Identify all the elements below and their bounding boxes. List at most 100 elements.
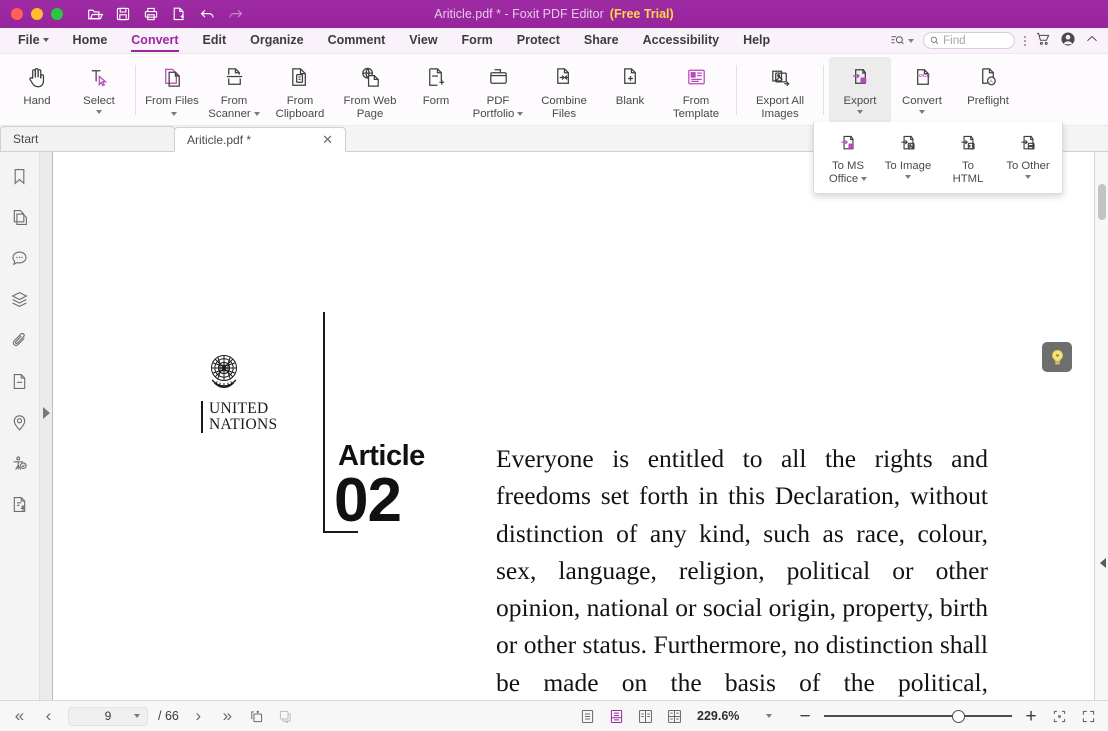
- close-icon[interactable]: ✕: [312, 133, 333, 146]
- menu-edit[interactable]: Edit: [203, 33, 227, 48]
- previous-page-button[interactable]: ‹: [39, 706, 58, 726]
- zoom-in-button[interactable]: +: [1022, 707, 1040, 726]
- export-to-other-item[interactable]: To Other: [998, 126, 1058, 193]
- chevron-down-icon: [42, 38, 49, 42]
- sidebar-item-attachments[interactable]: [8, 328, 32, 352]
- minimize-window-button[interactable]: [31, 8, 43, 20]
- continuous-scroll-view-button[interactable]: [607, 707, 626, 726]
- zoom-level-select[interactable]: 229.6%: [694, 707, 786, 726]
- more-options-icon[interactable]: [1024, 35, 1026, 46]
- tips-lightbulb-button[interactable]: [1042, 342, 1072, 372]
- tool-pdf-portfolio[interactable]: PDF Portfolio: [467, 57, 529, 125]
- tool-combine-files[interactable]: Combine Files: [529, 57, 599, 125]
- export-to-ms-office-item[interactable]: To MS Office: [818, 126, 878, 193]
- chevron-down-icon[interactable]: [1025, 175, 1031, 179]
- total-pages-label: / 66: [158, 709, 179, 723]
- menu-share[interactable]: Share: [584, 33, 619, 48]
- redo-icon[interactable]: [223, 3, 247, 25]
- sidebar-item-digital-signatures[interactable]: [8, 492, 32, 516]
- shopping-cart-icon[interactable]: [1035, 31, 1051, 50]
- sidebar-item-comments[interactable]: [8, 246, 32, 270]
- menu-view[interactable]: View: [409, 33, 437, 48]
- fit-page-icon[interactable]: [1050, 707, 1069, 726]
- find-box[interactable]: [923, 32, 1015, 49]
- menu-protect-label: Protect: [516, 33, 560, 47]
- vertical-scrollbar[interactable]: [1094, 152, 1108, 700]
- sidebar-item-bookmarks[interactable]: [8, 164, 32, 188]
- two-page-view-button[interactable]: [636, 707, 655, 726]
- collapse-right-panel-icon[interactable]: [1100, 558, 1106, 568]
- sidebar-item-accessibility-check[interactable]: [8, 451, 32, 475]
- chevron-down-icon[interactable]: [857, 110, 863, 114]
- menu-accessibility[interactable]: Accessibility: [643, 33, 719, 48]
- sidebar-item-fields[interactable]: [8, 369, 32, 393]
- next-page-button[interactable]: ›: [189, 706, 208, 726]
- close-window-button[interactable]: [11, 8, 23, 20]
- last-page-button[interactable]: »: [218, 706, 237, 726]
- undo-icon[interactable]: [195, 3, 219, 25]
- panel-splitter[interactable]: [40, 152, 53, 700]
- menu-home[interactable]: Home: [73, 33, 108, 48]
- export-to-html-item[interactable]: To HTML: [938, 126, 998, 193]
- create-pdf-icon[interactable]: [167, 3, 191, 25]
- tool-select[interactable]: Select: [68, 57, 130, 125]
- tool-from-files[interactable]: From Files: [141, 57, 203, 125]
- menu-convert[interactable]: Convert: [131, 33, 179, 52]
- fullscreen-icon[interactable]: [1079, 707, 1098, 726]
- tool-from-web-page[interactable]: From Web Page: [335, 57, 405, 125]
- search-input[interactable]: [943, 34, 1008, 47]
- tool-from-scanner[interactable]: From Scanner: [203, 57, 265, 125]
- next-view-button[interactable]: [276, 707, 295, 726]
- menu-help[interactable]: Help: [743, 33, 770, 48]
- tool-preflight[interactable]: A Preflight: [953, 57, 1023, 125]
- tool-export-all-images[interactable]: Export All Images: [742, 57, 818, 125]
- menu-file[interactable]: File: [18, 33, 49, 48]
- menu-comment[interactable]: Comment: [328, 33, 386, 48]
- menu-comment-label: Comment: [327, 33, 386, 47]
- chevron-down-icon[interactable]: [766, 714, 772, 718]
- pdf-portfolio-icon: [486, 62, 511, 92]
- open-file-icon[interactable]: [83, 3, 107, 25]
- tool-export[interactable]: Export: [829, 57, 891, 125]
- advanced-search-button[interactable]: [890, 33, 914, 48]
- tool-from-clipboard[interactable]: From Clipboard: [265, 57, 335, 125]
- sidebar-item-page-thumbnails[interactable]: [8, 205, 32, 229]
- two-page-continuous-view-button[interactable]: [665, 707, 684, 726]
- save-file-icon[interactable]: [111, 3, 135, 25]
- tab-start-label: Start: [13, 132, 39, 146]
- page-number-input[interactable]: 9: [68, 706, 148, 726]
- user-account-avatar[interactable]: [1060, 31, 1076, 50]
- tab-article-pdf[interactable]: Ariticle.pdf * ✕: [174, 127, 346, 152]
- zoom-slider-thumb[interactable]: [951, 709, 965, 723]
- zoom-window-button[interactable]: [51, 8, 63, 20]
- vertical-scrollbar-thumb[interactable]: [1098, 184, 1106, 220]
- menu-organize[interactable]: Organize: [250, 33, 304, 48]
- sidebar-item-destinations[interactable]: [8, 410, 32, 434]
- export-to-image-item[interactable]: To Image: [878, 126, 938, 193]
- pdf-page-canvas[interactable]: UNITED NATIONS Article 02 Everyone is en…: [53, 152, 1094, 700]
- collapse-ribbon-button[interactable]: [1085, 32, 1099, 49]
- chevron-down-icon[interactable]: [905, 175, 911, 179]
- tool-hand[interactable]: Hand: [6, 57, 68, 125]
- menu-form[interactable]: Form: [462, 33, 493, 48]
- tool-convert-ocr[interactable]: OCR Convert: [891, 57, 953, 125]
- menu-protect[interactable]: Protect: [517, 33, 560, 48]
- sidebar-item-layers[interactable]: [8, 287, 32, 311]
- tab-start[interactable]: Start: [0, 126, 175, 151]
- first-page-button[interactable]: «: [10, 706, 29, 726]
- zoom-out-button[interactable]: −: [796, 707, 814, 726]
- tool-blank[interactable]: Blank: [599, 57, 661, 125]
- chevron-down-icon[interactable]: [134, 714, 140, 718]
- previous-view-button[interactable]: [247, 707, 266, 726]
- tool-from-template[interactable]: From Template: [661, 57, 731, 125]
- expand-panel-icon[interactable]: [43, 407, 50, 419]
- print-icon[interactable]: [139, 3, 163, 25]
- tool-form[interactable]: Form: [405, 57, 467, 125]
- chevron-down-icon[interactable]: [96, 110, 102, 114]
- to-image-icon: [897, 130, 920, 157]
- single-page-view-button[interactable]: [578, 707, 597, 726]
- chevron-down-icon[interactable]: [919, 110, 925, 114]
- zoom-slider[interactable]: [824, 709, 1012, 723]
- pdf-viewer[interactable]: UNITED NATIONS Article 02 Everyone is en…: [53, 152, 1108, 700]
- convert-ribbon-toolbar: Hand Select From Files From Scanner From…: [0, 54, 1108, 126]
